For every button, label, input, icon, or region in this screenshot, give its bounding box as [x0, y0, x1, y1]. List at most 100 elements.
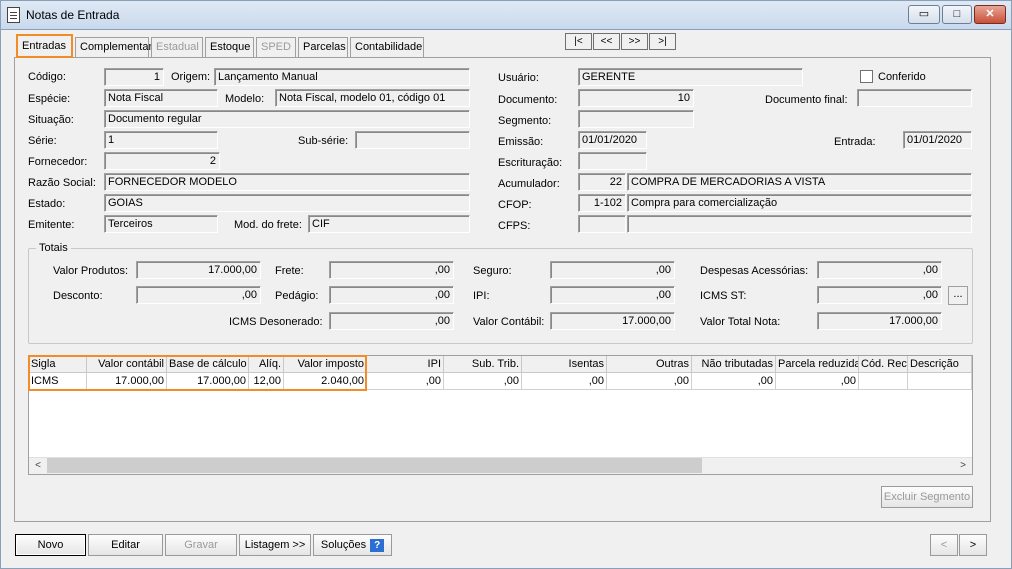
origem-field[interactable]: Lançamento Manual	[214, 68, 470, 86]
escrituracao-label: Escrituração:	[498, 157, 563, 169]
ipi-field[interactable]: ,00	[550, 286, 675, 304]
column-header[interactable]: Valor contábil	[87, 356, 167, 373]
first-record-button[interactable]: |<	[565, 33, 592, 50]
despesas-field[interactable]: ,00	[817, 261, 942, 279]
entrada-field[interactable]: 01/01/2020	[903, 131, 972, 149]
prev-record-button[interactable]: <<	[593, 33, 620, 50]
tab-parcelas[interactable]: Parcelas	[298, 37, 348, 57]
razao-social-field[interactable]: FORNECEDOR MODELO	[104, 173, 470, 191]
especie-field[interactable]: Nota Fiscal	[104, 89, 218, 107]
conferido-checkbox[interactable]	[860, 70, 873, 83]
emitente-field[interactable]: Terceiros	[104, 215, 218, 233]
column-header[interactable]: Alíq.	[249, 356, 284, 373]
scroll-right-icon[interactable]: >	[955, 458, 971, 473]
title-bar	[0, 0, 1012, 30]
minimize-button[interactable]: ▭	[908, 5, 940, 24]
cfop-desc-field[interactable]: Compra para comercialização	[627, 194, 972, 212]
seguro-label: Seguro:	[473, 265, 512, 277]
table-cell[interactable]: 2.040,00	[284, 373, 367, 390]
listagem-button[interactable]: Listagem >>	[239, 534, 311, 556]
gravar-button[interactable]: Gravar	[165, 534, 237, 556]
cfps-code-field[interactable]	[578, 215, 626, 233]
table-cell[interactable]: ,00	[607, 373, 692, 390]
seguro-field[interactable]: ,00	[550, 261, 675, 279]
serie-label: Série:	[28, 135, 57, 147]
valor-produtos-field[interactable]: 17.000,00	[136, 261, 261, 279]
acumulador-desc-field[interactable]: COMPRA DE MERCADORIAS A VISTA	[627, 173, 972, 191]
icms-desonerado-field[interactable]: ,00	[329, 312, 454, 330]
next-button[interactable]: >	[959, 534, 987, 556]
conferido-label: Conferido	[878, 71, 926, 83]
valor-contabil-field[interactable]: 17.000,00	[550, 312, 675, 330]
novo-button[interactable]: Novo	[15, 534, 86, 556]
column-header[interactable]: Não tributadas	[692, 356, 776, 373]
table-cell[interactable]: ,00	[367, 373, 444, 390]
escrituracao-field[interactable]	[578, 152, 647, 170]
table-cell[interactable]: 17.000,00	[167, 373, 249, 390]
column-header[interactable]: Cód. Rec.	[859, 356, 908, 373]
modelo-field[interactable]: Nota Fiscal, modelo 01, código 01	[275, 89, 470, 107]
table-cell[interactable]	[859, 373, 908, 390]
ipi-label: IPI:	[473, 290, 490, 302]
icms-st-field[interactable]: ,00	[817, 286, 942, 304]
pedagio-field[interactable]: ,00	[329, 286, 454, 304]
scroll-left-icon[interactable]: <	[30, 458, 46, 473]
solucoes-button[interactable]: Soluções?	[313, 534, 392, 556]
icms-st-details-button[interactable]: ...	[948, 286, 968, 305]
desconto-field[interactable]: ,00	[136, 286, 261, 304]
frete-field[interactable]: ,00	[329, 261, 454, 279]
previous-button[interactable]: <	[930, 534, 958, 556]
excluir-segmento-button[interactable]: Excluir Segmento	[881, 486, 973, 508]
close-button[interactable]: ✕	[974, 5, 1006, 24]
table-cell[interactable]: ICMS	[29, 373, 87, 390]
tab-sped[interactable]: SPED	[256, 37, 296, 57]
tab-estadual[interactable]: Estadual	[151, 37, 203, 57]
tab-entradas[interactable]: Entradas	[16, 34, 73, 58]
table-cell[interactable]: 17.000,00	[87, 373, 167, 390]
cfps-desc-field[interactable]	[627, 215, 972, 233]
segmento-field[interactable]	[578, 110, 694, 128]
table-cell[interactable]: ,00	[776, 373, 859, 390]
mod-frete-field[interactable]: CIF	[308, 215, 470, 233]
table-cell[interactable]: ,00	[444, 373, 522, 390]
fornecedor-label: Fornecedor:	[28, 156, 88, 168]
table-cell[interactable]: 12,00	[249, 373, 284, 390]
column-header[interactable]: IPI	[367, 356, 444, 373]
estado-field[interactable]: GOIAS	[104, 194, 470, 212]
column-header[interactable]: Base de cálculo	[167, 356, 249, 373]
icms-st-label: ICMS ST:	[700, 290, 747, 302]
column-header[interactable]: Sigla	[29, 356, 87, 373]
column-header[interactable]: Parcela reduzida	[776, 356, 859, 373]
last-record-button[interactable]: >|	[649, 33, 676, 50]
column-header[interactable]: Outras	[607, 356, 692, 373]
emitente-label: Emitente:	[28, 219, 75, 231]
cfop-code-field[interactable]: 1-102	[578, 194, 626, 212]
estado-label: Estado:	[28, 198, 66, 210]
serie-field[interactable]: 1	[104, 131, 218, 149]
documento-final-label: Documento final:	[765, 94, 848, 106]
acumulador-code-field[interactable]: 22	[578, 173, 626, 191]
table-cell[interactable]: ,00	[522, 373, 607, 390]
maximize-button[interactable]: □	[942, 5, 972, 24]
documento-field[interactable]: 10	[578, 89, 694, 107]
usuario-field[interactable]: GERENTE	[578, 68, 803, 86]
column-header[interactable]: Isentas	[522, 356, 607, 373]
valor-total-field[interactable]: 17.000,00	[817, 312, 942, 330]
table-cell[interactable]: ,00	[692, 373, 776, 390]
situacao-field[interactable]: Documento regular	[104, 110, 470, 128]
column-header[interactable]: Descrição	[908, 356, 972, 373]
codigo-field[interactable]: 1	[104, 68, 164, 86]
scrollbar-thumb[interactable]	[47, 458, 702, 473]
tab-estoque[interactable]: Estoque	[205, 37, 254, 57]
next-record-button[interactable]: >>	[621, 33, 648, 50]
emissao-field[interactable]: 01/01/2020	[578, 131, 647, 149]
editar-button[interactable]: Editar	[88, 534, 163, 556]
tab-complementar[interactable]: Complementar	[75, 37, 152, 57]
table-cell[interactable]	[908, 373, 972, 390]
documento-final-field[interactable]	[857, 89, 972, 107]
fornecedor-field[interactable]: 2	[104, 152, 220, 170]
column-header[interactable]: Sub. Trib.	[444, 356, 522, 373]
subserie-field[interactable]	[355, 131, 470, 149]
column-header[interactable]: Valor imposto	[284, 356, 367, 373]
tab-contabilidade[interactable]: Contabilidade	[350, 37, 424, 57]
